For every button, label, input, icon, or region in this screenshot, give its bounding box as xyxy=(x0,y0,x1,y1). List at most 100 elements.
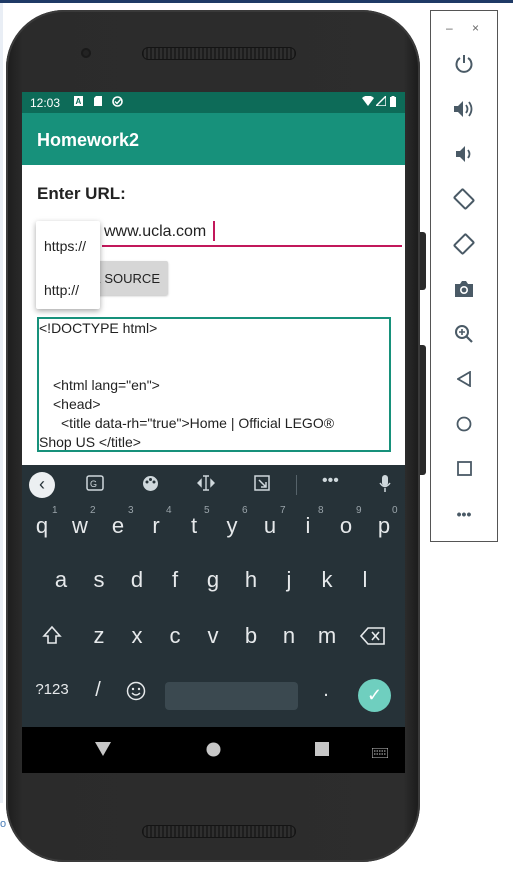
power-icon[interactable] xyxy=(449,49,479,79)
autocomplete-option-http[interactable]: http:// xyxy=(44,282,79,298)
wifi-icon xyxy=(362,95,374,109)
rotate-left-icon[interactable] xyxy=(449,184,479,214)
key-q[interactable]: q xyxy=(24,513,60,539)
close-button[interactable]: × xyxy=(472,21,479,35)
emoji-icon[interactable] xyxy=(118,679,154,707)
shift-key[interactable] xyxy=(34,623,70,651)
source-line: Shop US </title> xyxy=(39,434,141,450)
key-hint: 5 xyxy=(204,505,210,516)
home-icon[interactable] xyxy=(449,409,479,439)
key-f[interactable]: f xyxy=(157,567,193,593)
resize-icon[interactable] xyxy=(254,475,270,495)
front-camera xyxy=(81,48,91,58)
recents-icon[interactable] xyxy=(315,742,329,761)
source-line: <title data-rh="true">Home | Official LE… xyxy=(61,415,335,431)
enter-check-icon[interactable]: ✓ xyxy=(358,679,391,712)
key-hint: 8 xyxy=(318,505,324,516)
back-chevron-icon[interactable]: ‹ xyxy=(29,472,55,498)
key-hint: 4 xyxy=(166,505,172,516)
power-side-button xyxy=(420,232,426,290)
source-line: <!DOCTYPE html> xyxy=(39,320,158,336)
autocomplete-popup: https:// http:// xyxy=(36,221,100,309)
key-m[interactable]: m xyxy=(309,623,345,649)
soft-keyboard: ‹ G ••• q w e r t y u i o p 1 2 3 4 5 6 … xyxy=(22,465,405,727)
minimize-button[interactable]: – xyxy=(446,21,453,35)
key-d[interactable]: d xyxy=(119,567,155,593)
volume-up-icon[interactable] xyxy=(449,94,479,124)
main-content: Enter URL: E SOURCE https:// http:// <!D… xyxy=(22,165,405,465)
keyboard-toolbar: ‹ G ••• xyxy=(22,465,405,503)
toolbar-divider xyxy=(296,475,297,495)
battery-icon xyxy=(390,96,396,110)
key-y[interactable]: y xyxy=(214,513,250,539)
palette-icon[interactable] xyxy=(142,475,159,496)
sync-icon xyxy=(112,96,123,110)
key-g[interactable]: g xyxy=(195,567,231,593)
key-v[interactable]: v xyxy=(195,623,231,649)
slash-key[interactable]: / xyxy=(80,679,116,702)
app-title: Homework2 xyxy=(37,130,140,150)
svg-text:A: A xyxy=(76,97,82,106)
more-icon[interactable]: ••• xyxy=(322,472,339,490)
key-k[interactable]: k xyxy=(309,567,345,593)
volume-side-button xyxy=(420,345,426,475)
back-icon[interactable] xyxy=(449,364,479,394)
backspace-key[interactable] xyxy=(355,623,391,652)
key-x[interactable]: x xyxy=(119,623,155,649)
text-notification-icon: A xyxy=(74,96,83,109)
sd-card-icon xyxy=(94,96,102,109)
key-o[interactable]: o xyxy=(328,513,364,539)
key-b[interactable]: b xyxy=(233,623,269,649)
source-line: <head> xyxy=(53,396,101,412)
key-t[interactable]: t xyxy=(176,513,212,539)
key-hint: 0 xyxy=(392,505,398,516)
back-icon[interactable] xyxy=(95,742,111,761)
key-hint: 2 xyxy=(90,505,96,516)
overview-icon[interactable] xyxy=(449,454,479,484)
autocomplete-option-https[interactable]: https:// xyxy=(44,238,86,254)
app-bar: Homework2 xyxy=(22,113,405,165)
key-e[interactable]: e xyxy=(100,513,136,539)
key-p[interactable]: p xyxy=(366,513,402,539)
status-time: 12:03 xyxy=(30,96,61,110)
key-s[interactable]: s xyxy=(81,567,117,593)
camera-icon[interactable] xyxy=(449,274,479,304)
emulator-toolbar: – × ••• xyxy=(430,10,498,542)
key-r[interactable]: r xyxy=(138,513,174,539)
key-hint: 3 xyxy=(128,505,134,516)
cursor-control-icon[interactable] xyxy=(197,475,215,495)
volume-down-icon[interactable] xyxy=(449,139,479,169)
period-key[interactable]: . xyxy=(308,679,344,702)
key-i[interactable]: i xyxy=(290,513,326,539)
earpiece-speaker xyxy=(142,47,296,60)
navigation-bar xyxy=(22,727,405,773)
key-z[interactable]: z xyxy=(81,623,117,649)
source-line: <html lang="en"> xyxy=(53,377,160,393)
key-l[interactable]: l xyxy=(347,567,383,593)
signal-icon xyxy=(374,94,387,109)
translate-icon[interactable]: G xyxy=(86,475,104,495)
view-source-button[interactable]: E SOURCE xyxy=(92,261,168,295)
key-a[interactable]: a xyxy=(43,567,79,593)
key-hint: 6 xyxy=(242,505,248,516)
symbols-key[interactable]: ?123 xyxy=(26,681,78,698)
key-h[interactable]: h xyxy=(233,567,269,593)
url-input[interactable] xyxy=(102,219,402,247)
view-source-button-label: E SOURCE xyxy=(92,270,160,286)
key-c[interactable]: c xyxy=(157,623,193,649)
source-output[interactable]: <!DOCTYPE html> <html lang="en"> <head> … xyxy=(37,317,391,452)
device-screen: 12:03 A Homework2 Enter URL: E SOURCE xyxy=(22,92,405,773)
key-n[interactable]: n xyxy=(271,623,307,649)
keyboard-switch-icon[interactable] xyxy=(371,745,389,763)
home-icon[interactable] xyxy=(206,742,221,762)
key-hint: 9 xyxy=(356,505,362,516)
zoom-icon[interactable] xyxy=(449,319,479,349)
key-j[interactable]: j xyxy=(271,567,307,593)
key-w[interactable]: w xyxy=(62,513,98,539)
key-u[interactable]: u xyxy=(252,513,288,539)
more-icon[interactable]: ••• xyxy=(449,499,479,529)
space-key[interactable] xyxy=(165,682,298,710)
rotate-right-icon[interactable] xyxy=(449,229,479,259)
mic-icon[interactable] xyxy=(379,475,391,497)
host-window-top-border xyxy=(0,0,513,3)
